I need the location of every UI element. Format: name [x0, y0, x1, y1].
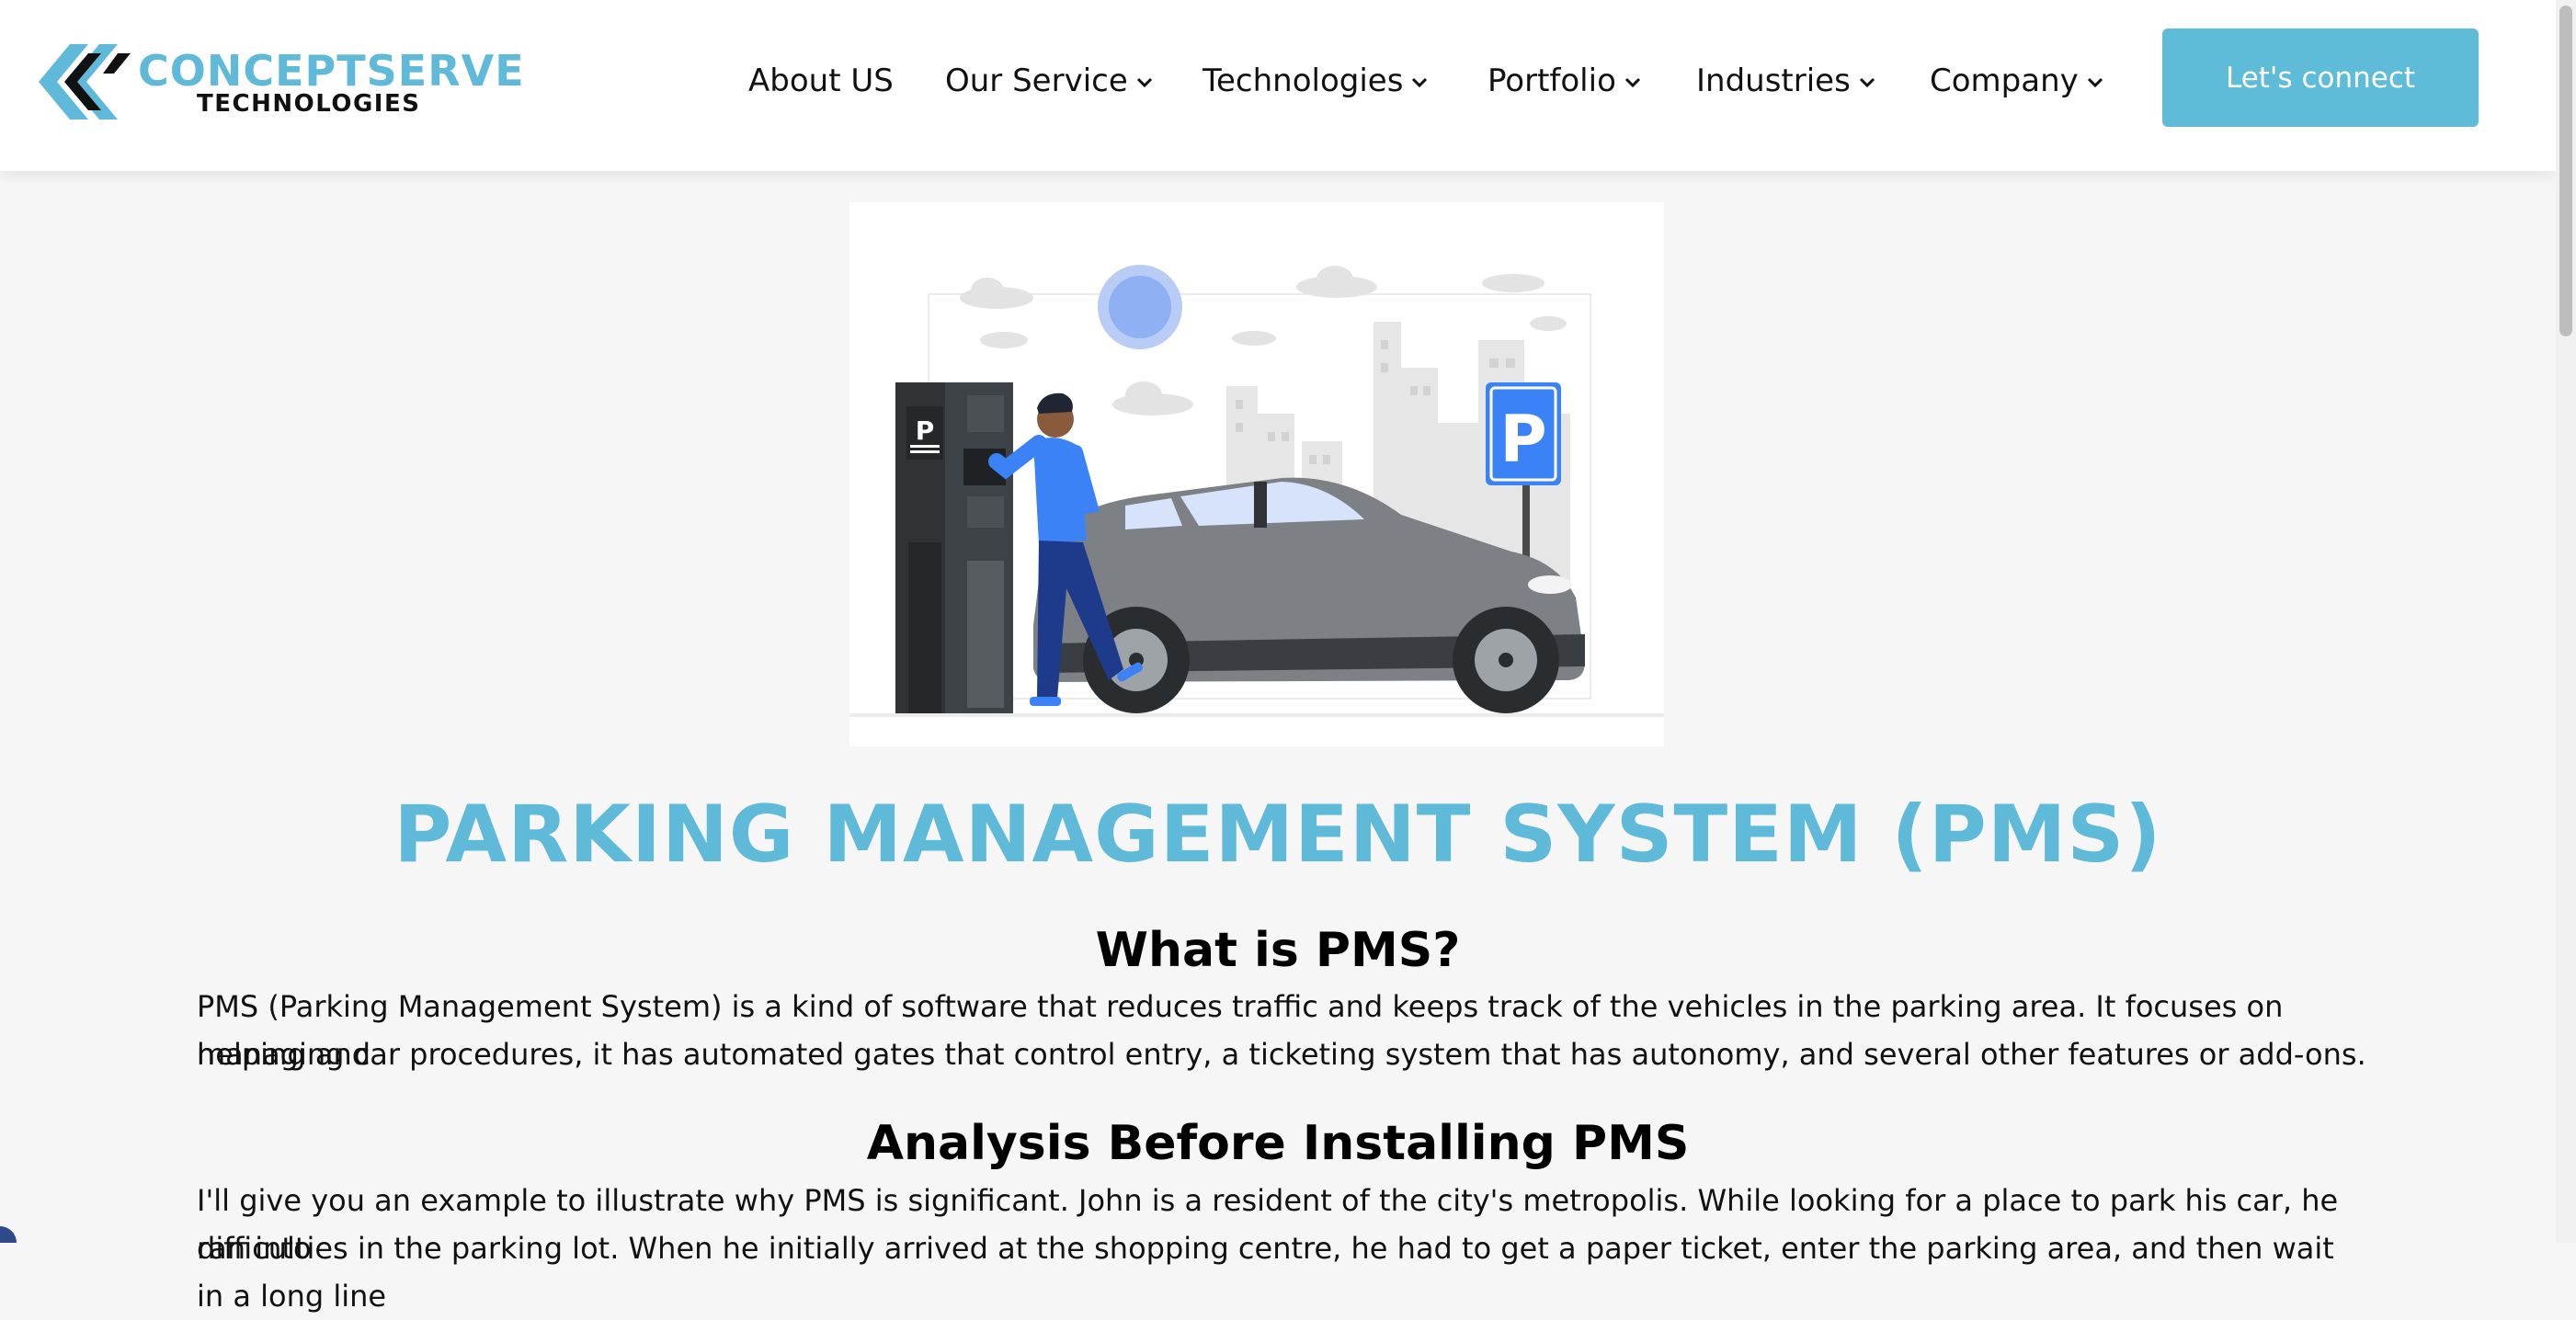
cloud-icon	[960, 266, 1567, 415]
parking-kiosk-icon: P	[895, 382, 1013, 713]
nav-technologies[interactable]: Technologies	[1203, 63, 1429, 99]
nav-portfolio[interactable]: Portfolio	[1487, 63, 1642, 99]
sun-icon	[1098, 265, 1182, 349]
nav-our-service[interactable]: Our Service	[945, 63, 1154, 99]
parking-illustration: P P	[849, 202, 1664, 746]
chevron-down-icon	[1859, 77, 1875, 87]
section-heading-analysis: Analysis Before Installing PMS	[866, 1116, 1690, 1171]
page-title: PARKING MANAGEMENT SYSTEM (PMS)	[393, 789, 2162, 881]
nav-about-us[interactable]: About US	[748, 63, 894, 99]
nav-industries[interactable]: Industries	[1696, 63, 1876, 99]
lets-connect-button[interactable]: Let's connect	[2162, 28, 2479, 127]
nav-label: Company	[1930, 63, 2079, 99]
kiosk-letter: P	[916, 415, 935, 446]
sign-letter: P	[1499, 402, 1546, 477]
section-heading-what-is-pms: What is PMS?	[1095, 923, 1461, 978]
logo-subtitle: TECHNOLOGIES	[197, 90, 421, 118]
chevron-down-icon	[1412, 77, 1428, 87]
nav-company[interactable]: Company	[1930, 63, 2104, 99]
section-paragraph-line: difficulties in the parking lot. When he…	[197, 1231, 2334, 1314]
logo-wordmark: CONCEPTSERVE	[138, 46, 525, 96]
chat-widget-corner[interactable]	[0, 1226, 17, 1243]
conceptserve-logo[interactable]: CONCEPTSERVE TECHNOLOGIES	[35, 37, 524, 129]
parking-scene-image: P P	[849, 265, 1664, 717]
nav-label: Technologies	[1203, 63, 1404, 99]
logo-mark-icon	[39, 44, 131, 119]
nav-label: Industries	[1696, 63, 1851, 99]
nav-label: Our Service	[945, 63, 1128, 99]
chevron-down-icon	[1624, 77, 1640, 87]
chevron-down-icon	[2087, 77, 2103, 87]
nav-label: About US	[748, 63, 894, 99]
nav-label: Portfolio	[1487, 63, 1616, 99]
scrollbar-thumb[interactable]	[2559, 6, 2572, 336]
page-scrollbar[interactable]	[2556, 0, 2576, 1243]
site-header: CONCEPTSERVE TECHNOLOGIES About US Our S…	[0, 0, 2556, 171]
chevron-down-icon	[1136, 77, 1152, 87]
section-paragraph-line: managing car procedures, it has automate…	[197, 1037, 2366, 1072]
